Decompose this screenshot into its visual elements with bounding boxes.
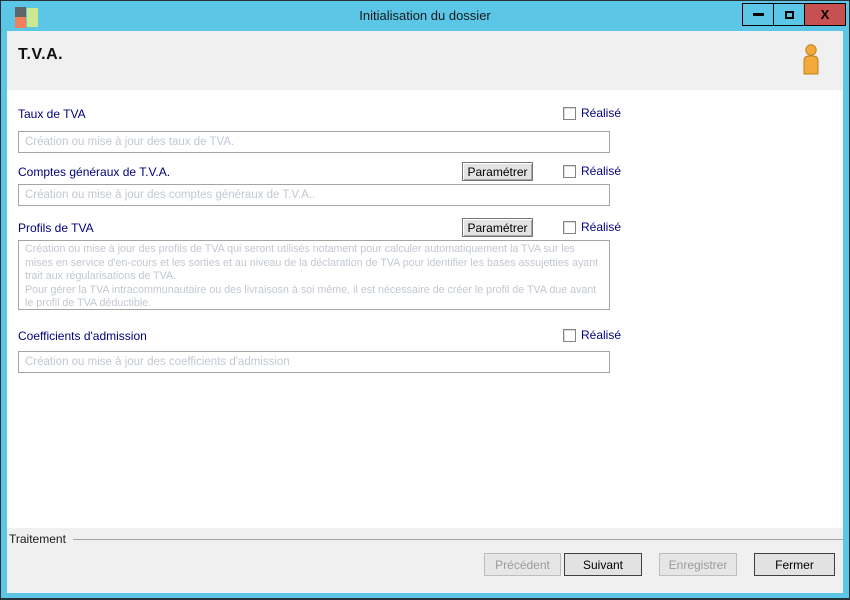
section-label: Coefficients d'admission [18, 329, 147, 343]
parametrer-button[interactable]: Paramétrer [462, 218, 533, 237]
wizard-section: Profils de TVA Paramétrer Réalisé Créati… [7, 218, 843, 310]
section-description-field: Création ou mise à jour des taux de TVA. [18, 131, 610, 153]
window-title: Initialisation du dossier [359, 8, 491, 23]
realise-checkbox-label: Réalisé [581, 220, 622, 234]
dialog-content: T.V.A. Taux de TVA Réalisé Création ou m… [7, 31, 843, 593]
section-label: Taux de TVA [18, 107, 86, 121]
user-icon [800, 43, 822, 75]
realise-checkbox-label: Réalisé [581, 164, 622, 178]
maximize-icon [784, 10, 794, 19]
realise-checkbox-label: Réalisé [581, 106, 622, 120]
dialog-window: Initialisation du dossier X T.V.A. Taux … [1, 1, 849, 598]
sections-container: Taux de TVA Réalisé Création ou mise à j… [7, 104, 843, 373]
section-label: Comptes généraux de T.V.A. [18, 165, 171, 179]
section-label: Profils de TVA [18, 221, 94, 235]
minimize-button[interactable] [742, 3, 774, 26]
close-button[interactable]: X [804, 3, 846, 26]
section-description-field: Création ou mise à jour des profils de T… [18, 240, 610, 310]
wizard-section: Comptes généraux de T.V.A. Paramétrer Ré… [7, 162, 843, 206]
wizard-section: Coefficients d'admission Réalisé Créatio… [7, 326, 843, 373]
title-bar[interactable]: Initialisation du dossier X [1, 1, 849, 31]
footer: Traitement Précédent Suivant Enregistrer… [7, 528, 843, 593]
traitement-group-label: Traitement [9, 532, 66, 546]
realise-checkbox[interactable] [563, 106, 576, 120]
maximize-button[interactable] [773, 3, 805, 26]
wizard-button-enregistrer: Enregistrer [659, 553, 737, 576]
page-title: T.V.A. [18, 46, 64, 63]
realise-checkbox-group: Réalisé [563, 164, 621, 178]
section-description-field: Création ou mise à jour des coefficients… [18, 351, 610, 373]
wizard-section: Taux de TVA Réalisé Création ou mise à j… [7, 104, 843, 153]
wizard-buttons-row: Précédent Suivant Enregistrer Fermer [7, 553, 835, 576]
wizard-button-precedent: Précédent [484, 553, 561, 576]
minimize-icon [752, 13, 764, 16]
wizard-button-fermer[interactable]: Fermer [754, 553, 835, 576]
group-divider [73, 539, 843, 540]
realise-checkbox[interactable] [563, 220, 576, 234]
realise-checkbox-label: Réalisé [581, 328, 622, 342]
realise-checkbox-group: Réalisé [563, 106, 621, 120]
realise-checkbox[interactable] [563, 164, 576, 178]
page-header: T.V.A. [7, 31, 843, 90]
realise-checkbox-group: Réalisé [563, 328, 621, 342]
window-controls: X [742, 3, 846, 26]
realise-checkbox-group: Réalisé [563, 220, 621, 234]
wizard-button-suivant[interactable]: Suivant [564, 553, 642, 576]
app-icon [14, 4, 41, 29]
section-description-field: Création ou mise à jour des comptes géné… [18, 184, 610, 206]
parametrer-button[interactable]: Paramétrer [462, 162, 533, 181]
realise-checkbox[interactable] [563, 328, 576, 342]
